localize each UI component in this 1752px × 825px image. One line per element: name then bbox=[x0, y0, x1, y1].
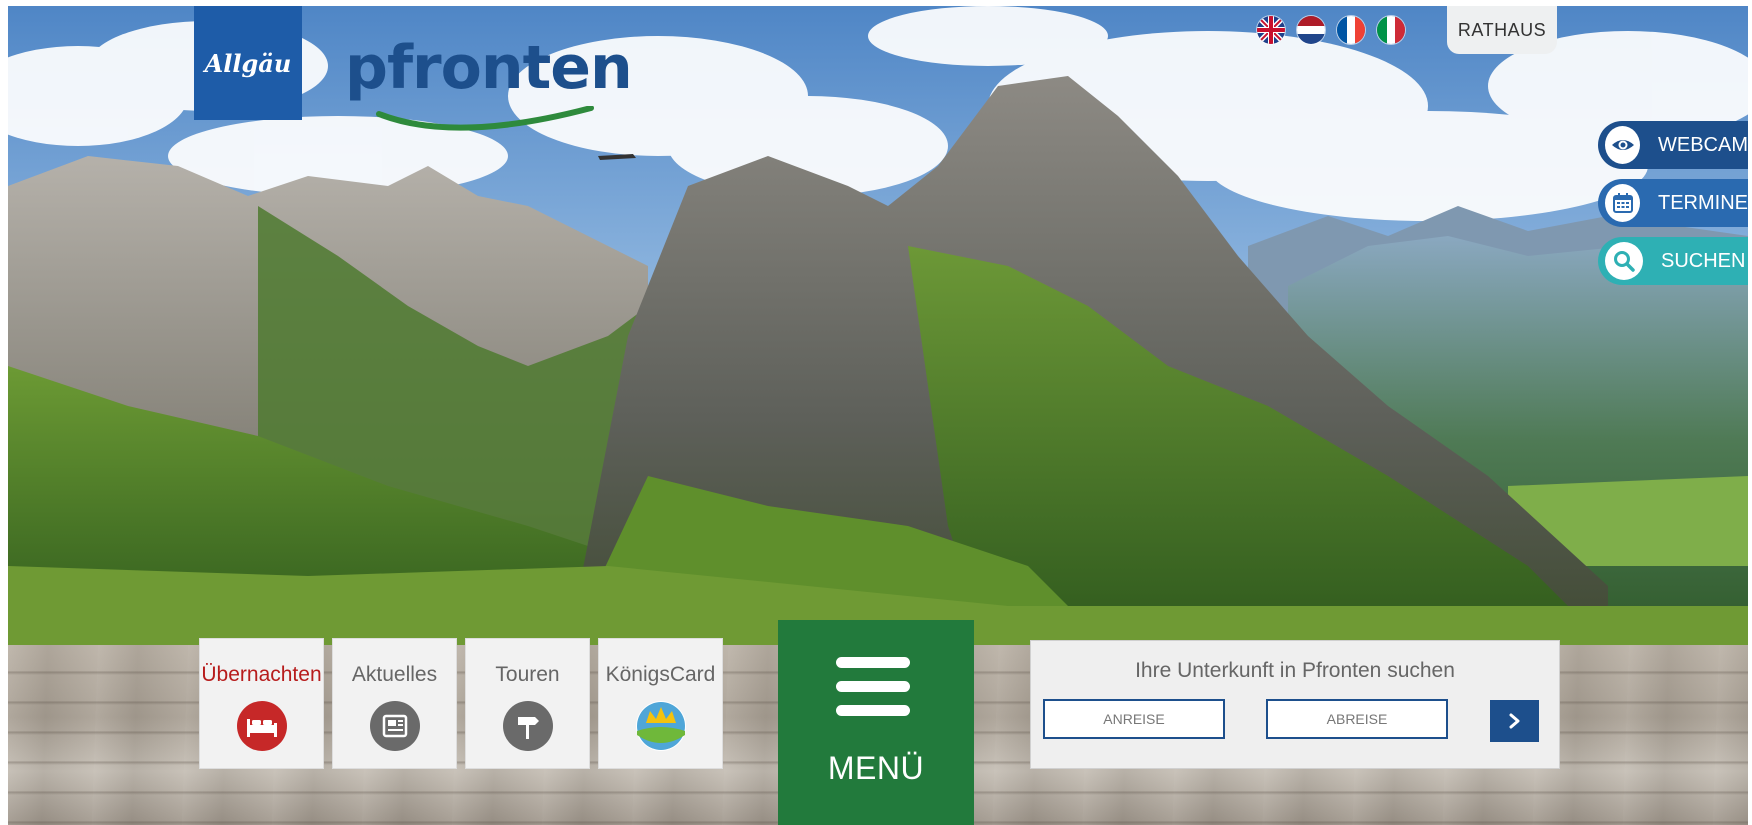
eye-icon bbox=[1605, 126, 1640, 164]
rathaus-button[interactable]: RATHAUS bbox=[1447, 6, 1557, 54]
language-selector bbox=[1257, 16, 1405, 44]
hamburger-icon bbox=[836, 657, 910, 729]
suchen-label: SUCHEN bbox=[1661, 249, 1746, 272]
menu-label: MENÜ bbox=[827, 750, 925, 786]
tile-koenigscard[interactable]: KönigsCard bbox=[598, 638, 723, 769]
tile-touren-label: Touren bbox=[495, 663, 560, 686]
tile-uebernachten[interactable]: Übernachten bbox=[199, 638, 324, 769]
tile-uebernachten-label: Übernachten bbox=[201, 663, 322, 686]
accommodation-search-box: Ihre Unterkunft in Pfronten suchen ANREI… bbox=[1030, 640, 1560, 769]
arrival-placeholder: ANREISE bbox=[1103, 711, 1165, 727]
search-submit-button[interactable] bbox=[1490, 700, 1539, 742]
webcam-button[interactable]: WEBCAM bbox=[1598, 121, 1748, 169]
menu-button[interactable]: MENÜ bbox=[778, 620, 974, 825]
departure-date-input[interactable]: ABREISE bbox=[1266, 699, 1448, 739]
webcam-label: WEBCAM bbox=[1658, 133, 1748, 156]
arrival-date-input[interactable]: ANREISE bbox=[1043, 699, 1225, 739]
newspaper-icon bbox=[369, 701, 420, 751]
crown-icon bbox=[635, 701, 686, 751]
allgau-logo[interactable]: Allgäu bbox=[194, 6, 302, 120]
suchen-button[interactable]: SUCHEN bbox=[1598, 237, 1748, 285]
rathaus-label: RATHAUS bbox=[1457, 19, 1547, 40]
tile-koenigscard-label: KönigsCard bbox=[605, 663, 716, 686]
english-flag-icon[interactable] bbox=[1257, 16, 1285, 44]
italian-flag-icon[interactable] bbox=[1377, 16, 1405, 44]
tile-aktuelles[interactable]: Aktuelles bbox=[332, 638, 457, 769]
termine-button[interactable]: TERMINE bbox=[1598, 179, 1748, 227]
tile-aktuelles-label: Aktuelles bbox=[351, 663, 438, 686]
allgau-logo-text: Allgäu bbox=[204, 48, 292, 78]
accommodation-search-title: Ihre Unterkunft in Pfronten suchen bbox=[1135, 659, 1455, 682]
search-icon bbox=[1605, 242, 1643, 280]
tile-touren[interactable]: Touren bbox=[465, 638, 590, 769]
pfronten-swoosh-icon bbox=[376, 106, 594, 131]
pfronten-logo[interactable]: pfronten bbox=[345, 38, 633, 148]
dutch-flag-icon[interactable] bbox=[1297, 16, 1325, 44]
french-flag-icon[interactable] bbox=[1337, 16, 1365, 44]
termine-label: TERMINE bbox=[1658, 191, 1748, 214]
departure-placeholder: ABREISE bbox=[1326, 711, 1388, 727]
signpost-icon bbox=[502, 701, 553, 751]
pfronten-logo-text: pfronten bbox=[345, 33, 633, 103]
calendar-icon bbox=[1605, 184, 1640, 222]
chevron-right-icon bbox=[1509, 713, 1519, 729]
bed-icon bbox=[236, 701, 287, 751]
